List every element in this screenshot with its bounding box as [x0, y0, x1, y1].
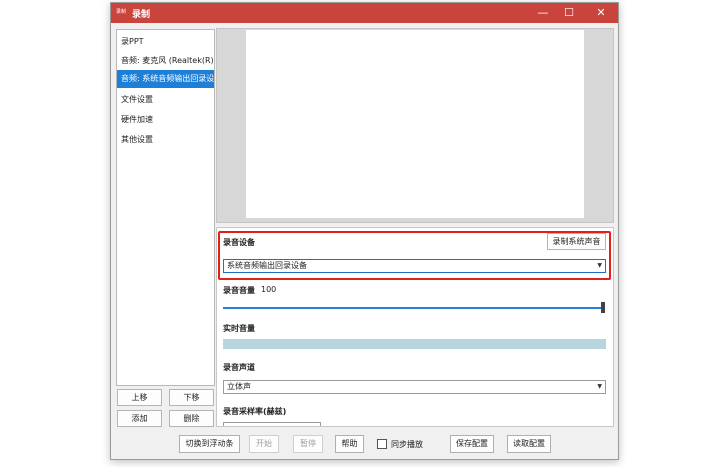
channel-select-value: 立体声 [227, 382, 251, 391]
samplerate-select[interactable] [223, 422, 321, 426]
sync-play-label[interactable]: 同步播放 [391, 439, 423, 450]
preview-canvas [246, 30, 584, 218]
source-item-ppt[interactable]: 录PPT [117, 33, 214, 51]
chevron-down-icon: ▼ [597, 383, 602, 390]
volume-slider-thumb[interactable] [601, 302, 605, 313]
source-item-hardware-accel[interactable]: 硬件加速 [117, 111, 214, 129]
app-logo-icon: 录制 [115, 9, 126, 15]
chevron-down-icon: ▼ [597, 262, 602, 269]
start-button[interactable]: 开始 [249, 435, 279, 453]
source-item-file-settings[interactable]: 文件设置 [117, 91, 214, 109]
sync-play-checkbox[interactable] [377, 439, 387, 449]
record-system-sound-button[interactable]: 录制系统声音 [547, 233, 606, 250]
device-select[interactable]: 系统音频输出回录设备 ▼ [223, 259, 606, 273]
load-config-button[interactable]: 读取配置 [507, 435, 551, 453]
maximize-icon[interactable]: ☐ [554, 3, 584, 23]
close-icon[interactable]: ✕ [586, 3, 616, 23]
save-config-button[interactable]: 保存配置 [450, 435, 494, 453]
realtime-volume-label: 实时音量 [223, 324, 255, 333]
title-bar[interactable]: 录制 录制 — ☐ ✕ [111, 3, 618, 23]
window-title: 录制 [132, 10, 151, 20]
volume-value: 100 [261, 285, 277, 294]
volume-slider-track[interactable] [223, 307, 604, 309]
source-list: 录PPT 音频: 麦克风 (Realtek(R) A 音频: 系统音频输出回录设… [116, 29, 215, 386]
samplerate-label: 录音采样率(赫兹) [223, 407, 287, 416]
move-down-button[interactable]: 下移 [169, 389, 214, 406]
switch-float-bar-button[interactable]: 切换到浮动条 [179, 435, 240, 453]
pause-button[interactable]: 暂停 [293, 435, 323, 453]
add-button[interactable]: 添加 [117, 410, 162, 427]
volume-label: 录音音量 [223, 286, 255, 295]
source-item-microphone[interactable]: 音频: 麦克风 (Realtek(R) A [117, 52, 214, 70]
source-item-other-settings[interactable]: 其他设置 [117, 131, 214, 149]
device-label: 录音设备 [223, 238, 255, 247]
help-button[interactable]: 帮助 [335, 435, 364, 453]
delete-button[interactable]: 删除 [169, 410, 214, 427]
move-up-button[interactable]: 上移 [117, 389, 162, 406]
source-item-system-audio[interactable]: 音频: 系统音频输出回录设备 [117, 70, 214, 88]
realtime-volume-meter [223, 339, 606, 349]
channel-label: 录音声道 [223, 363, 255, 372]
device-select-value: 系统音频输出回录设备 [227, 261, 307, 270]
channel-select[interactable]: 立体声 ▼ [223, 380, 606, 394]
